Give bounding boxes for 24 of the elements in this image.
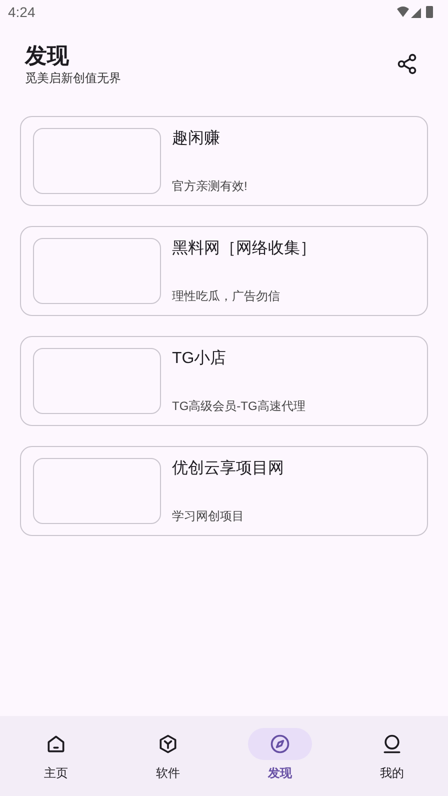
page-title: 发现: [25, 42, 70, 70]
item-description: 官方亲测有效!: [172, 178, 248, 194]
item-title: 趣闲赚: [172, 128, 221, 149]
share-icon: [396, 53, 418, 75]
item-title: 优创云享项目网: [172, 458, 284, 479]
item-title: TG小店: [172, 348, 228, 369]
nav-tab[interactable]: 我的: [336, 716, 448, 796]
nav-tab[interactable]: 软件: [112, 716, 224, 796]
hexagon-icon: [157, 733, 179, 755]
compass-icon: [269, 733, 291, 755]
item-title: 黑料网［网络收集］: [172, 238, 316, 259]
item-card[interactable]: TG小店 TG高级会员-TG高速代理: [20, 336, 428, 426]
item-description: 学习网创项目: [172, 508, 245, 524]
person-icon: [381, 733, 403, 755]
home-icon: [45, 733, 67, 755]
status-time: 4:24: [8, 2, 36, 22]
page-subtitle: 觅美启新创值无界: [25, 70, 121, 86]
item-card[interactable]: 趣闲赚 官方亲测有效!: [20, 116, 428, 206]
item-description: TG高级会员-TG高速代理: [172, 398, 306, 414]
item-card[interactable]: 黑料网［网络收集］ 理性吃瓜，广告勿信: [20, 226, 428, 316]
nav-tab[interactable]: 发现: [224, 716, 336, 796]
nav-tab[interactable]: 主页: [0, 716, 112, 796]
item-description: 理性吃瓜，广告勿信: [172, 288, 281, 304]
item-card[interactable]: 优创云享项目网 学习网创项目: [20, 446, 428, 536]
